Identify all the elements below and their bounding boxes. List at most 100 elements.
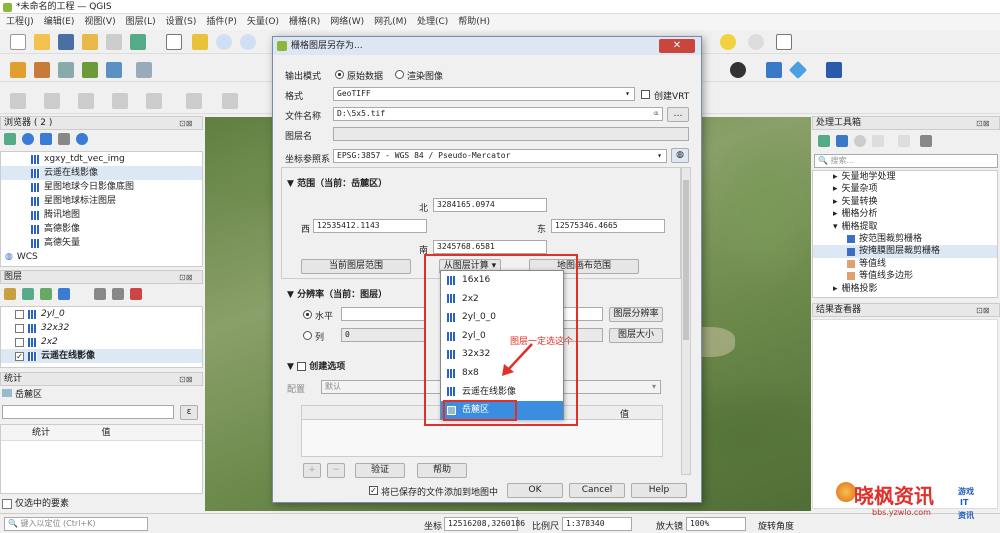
columns-radio[interactable] bbox=[303, 331, 312, 340]
filter-icon[interactable] bbox=[40, 133, 52, 145]
options-help-button[interactable]: 帮助 bbox=[417, 463, 467, 478]
history-icon[interactable] bbox=[854, 135, 866, 147]
format-select[interactable]: GeoTIFF ▾ bbox=[333, 87, 635, 101]
toolbox-item[interactable]: ▸ 栅格投影 bbox=[813, 283, 997, 295]
layer-resolution-button[interactable]: 图层分辨率 bbox=[609, 307, 663, 322]
georef-icon[interactable] bbox=[788, 60, 808, 80]
magnifier-input[interactable]: 100% bbox=[686, 517, 746, 531]
print-layout-icon[interactable] bbox=[106, 34, 122, 50]
panel-close-icon[interactable]: ⊡⊠ bbox=[976, 118, 996, 128]
panel-close-icon[interactable]: ⊡⊠ bbox=[179, 374, 199, 384]
extent-section-title[interactable]: ▼ 范围（当前：岳麓区） bbox=[287, 176, 387, 189]
add-wms-icon[interactable] bbox=[106, 62, 122, 78]
options-icon[interactable] bbox=[920, 135, 932, 147]
raster-calc-icon[interactable] bbox=[136, 62, 152, 78]
stats-layer-select[interactable]: 岳麓区 bbox=[2, 388, 201, 402]
panel-close-icon[interactable]: ⊡⊠ bbox=[179, 272, 199, 282]
layer-item[interactable]: 32x32 bbox=[1, 321, 202, 335]
toolbox-item[interactable]: ▾ 栅格提取 bbox=[813, 221, 997, 233]
browser-item[interactable]: 星图地球标注图层 bbox=[1, 194, 202, 208]
toolbox-item[interactable]: 等值线多边形 bbox=[813, 270, 997, 282]
identify-icon[interactable] bbox=[112, 93, 128, 109]
text-annotation-icon[interactable] bbox=[776, 34, 792, 50]
menu-item[interactable]: 帮助(H) bbox=[458, 14, 490, 30]
toolbox-search-input[interactable]: 🔍 搜索... bbox=[814, 154, 998, 168]
west-input[interactable]: 12535412.1143 bbox=[313, 219, 427, 233]
layer-visibility-checkbox[interactable] bbox=[15, 337, 24, 347]
plugin-icon[interactable] bbox=[730, 62, 746, 78]
horizontal-input[interactable] bbox=[341, 307, 425, 321]
locator-input[interactable]: 🔍 键入以定位 (Ctrl+K) bbox=[4, 517, 148, 531]
crs-selector-button[interactable]: ◍ bbox=[671, 148, 689, 163]
help-icon[interactable] bbox=[826, 62, 842, 78]
menu-item[interactable]: 处理(C) bbox=[417, 14, 448, 30]
zoom-in-icon[interactable] bbox=[216, 34, 232, 50]
menu-item[interactable]: 视图(V) bbox=[84, 14, 115, 30]
toolbox-item[interactable]: ▸ 矢量杂项 bbox=[813, 183, 997, 195]
layer-item[interactable]: 2x2 bbox=[1, 335, 202, 349]
browse-button[interactable]: … bbox=[667, 107, 689, 122]
select-value-icon[interactable] bbox=[44, 93, 60, 109]
south-input[interactable]: 3245768.6581 bbox=[433, 240, 547, 254]
browser-item[interactable]: xgxy_tdt_vec_img bbox=[1, 152, 202, 166]
collapse-all-icon[interactable] bbox=[112, 288, 124, 300]
add-selected-icon[interactable] bbox=[4, 133, 16, 145]
add-group-icon[interactable] bbox=[22, 288, 34, 300]
menu-item[interactable]: 工程(J) bbox=[6, 14, 34, 30]
browser-item[interactable]: 高德矢量 bbox=[1, 236, 202, 250]
coordinate-input[interactable]: 12516208,3260186 bbox=[444, 517, 525, 531]
browser-item[interactable]: 云遥在线影像 bbox=[1, 166, 202, 180]
save-as-icon[interactable] bbox=[82, 34, 98, 50]
north-input[interactable]: 3284165.0974 bbox=[433, 198, 547, 212]
browser-item[interactable]: 星图地球今日影像底图 bbox=[1, 180, 202, 194]
style-manager-icon[interactable] bbox=[130, 34, 146, 50]
open-folder-icon[interactable] bbox=[34, 34, 50, 50]
deselect-icon[interactable] bbox=[78, 93, 94, 109]
add-to-map-checkbox[interactable]: ✓ bbox=[369, 486, 378, 495]
filename-input[interactable]: D:\5x5.tif ⌫ bbox=[333, 107, 663, 121]
add-vector-icon[interactable] bbox=[58, 62, 74, 78]
add-option-button[interactable]: + bbox=[303, 463, 321, 478]
menu-item[interactable]: 图层(L) bbox=[126, 14, 156, 30]
add-layer-icon[interactable] bbox=[10, 62, 26, 78]
measure-line-icon[interactable] bbox=[146, 93, 162, 109]
menu-item[interactable]: 网络(W) bbox=[330, 14, 364, 30]
scrollbar-thumb[interactable] bbox=[683, 180, 689, 340]
resolution-section-title[interactable]: ▼ 分辨率（当前：图层） bbox=[287, 287, 387, 300]
measure-icon[interactable] bbox=[748, 34, 764, 50]
attribute-table-icon[interactable] bbox=[186, 93, 202, 109]
toolbox-item[interactable]: 按掩膜图层裁剪栅格 bbox=[813, 245, 997, 258]
toolbox-item[interactable]: ▸ 矢量转换 bbox=[813, 196, 997, 208]
expression-button[interactable]: ε bbox=[180, 405, 198, 420]
toolbox-item[interactable]: 按范围裁剪栅格 bbox=[813, 233, 997, 245]
save-icon[interactable] bbox=[58, 34, 74, 50]
help-button[interactable]: Help bbox=[631, 483, 687, 498]
layer-visibility-checkbox[interactable]: ✓ bbox=[15, 351, 24, 361]
toolbox-item[interactable]: ▸ 矢量地学处理 bbox=[813, 171, 997, 183]
columns-input[interactable]: 0 bbox=[341, 328, 425, 342]
refresh-icon[interactable] bbox=[22, 133, 34, 145]
raw-data-radio[interactable] bbox=[335, 70, 344, 79]
validate-button[interactable]: 验证 bbox=[355, 463, 405, 478]
current-layer-extent-button[interactable]: 当前图层范围 bbox=[301, 259, 411, 274]
style-icon[interactable] bbox=[4, 288, 16, 300]
remove-layer-icon[interactable] bbox=[130, 288, 142, 300]
panel-close-icon[interactable]: ⊡⊠ bbox=[179, 118, 199, 128]
cancel-button[interactable]: Cancel bbox=[569, 483, 625, 498]
menu-item[interactable]: 插件(P) bbox=[206, 14, 236, 30]
tooltip-icon[interactable] bbox=[720, 34, 736, 50]
layer-item[interactable]: 2yl_0 bbox=[1, 307, 202, 321]
toolbox-item[interactable]: ▸ 栅格分析 bbox=[813, 208, 997, 220]
edit-features-icon[interactable] bbox=[898, 135, 910, 147]
layer-size-button[interactable]: 图层大小 bbox=[609, 328, 663, 343]
create-options-title[interactable]: ▼ 创建选项 bbox=[287, 359, 345, 372]
stats-field-select[interactable] bbox=[2, 405, 174, 419]
filter-legend-icon[interactable] bbox=[58, 288, 70, 300]
panel-close-icon[interactable]: ⊡⊠ bbox=[976, 305, 996, 315]
layer-item[interactable]: ✓ 云遥在线影像 bbox=[1, 349, 202, 363]
menu-item[interactable]: 设置(S) bbox=[166, 14, 197, 30]
ok-button[interactable]: OK bbox=[507, 483, 563, 498]
add-raster-icon[interactable] bbox=[34, 62, 50, 78]
menu-item[interactable]: 编辑(E) bbox=[44, 14, 75, 30]
pan-hand-icon[interactable] bbox=[166, 34, 182, 50]
